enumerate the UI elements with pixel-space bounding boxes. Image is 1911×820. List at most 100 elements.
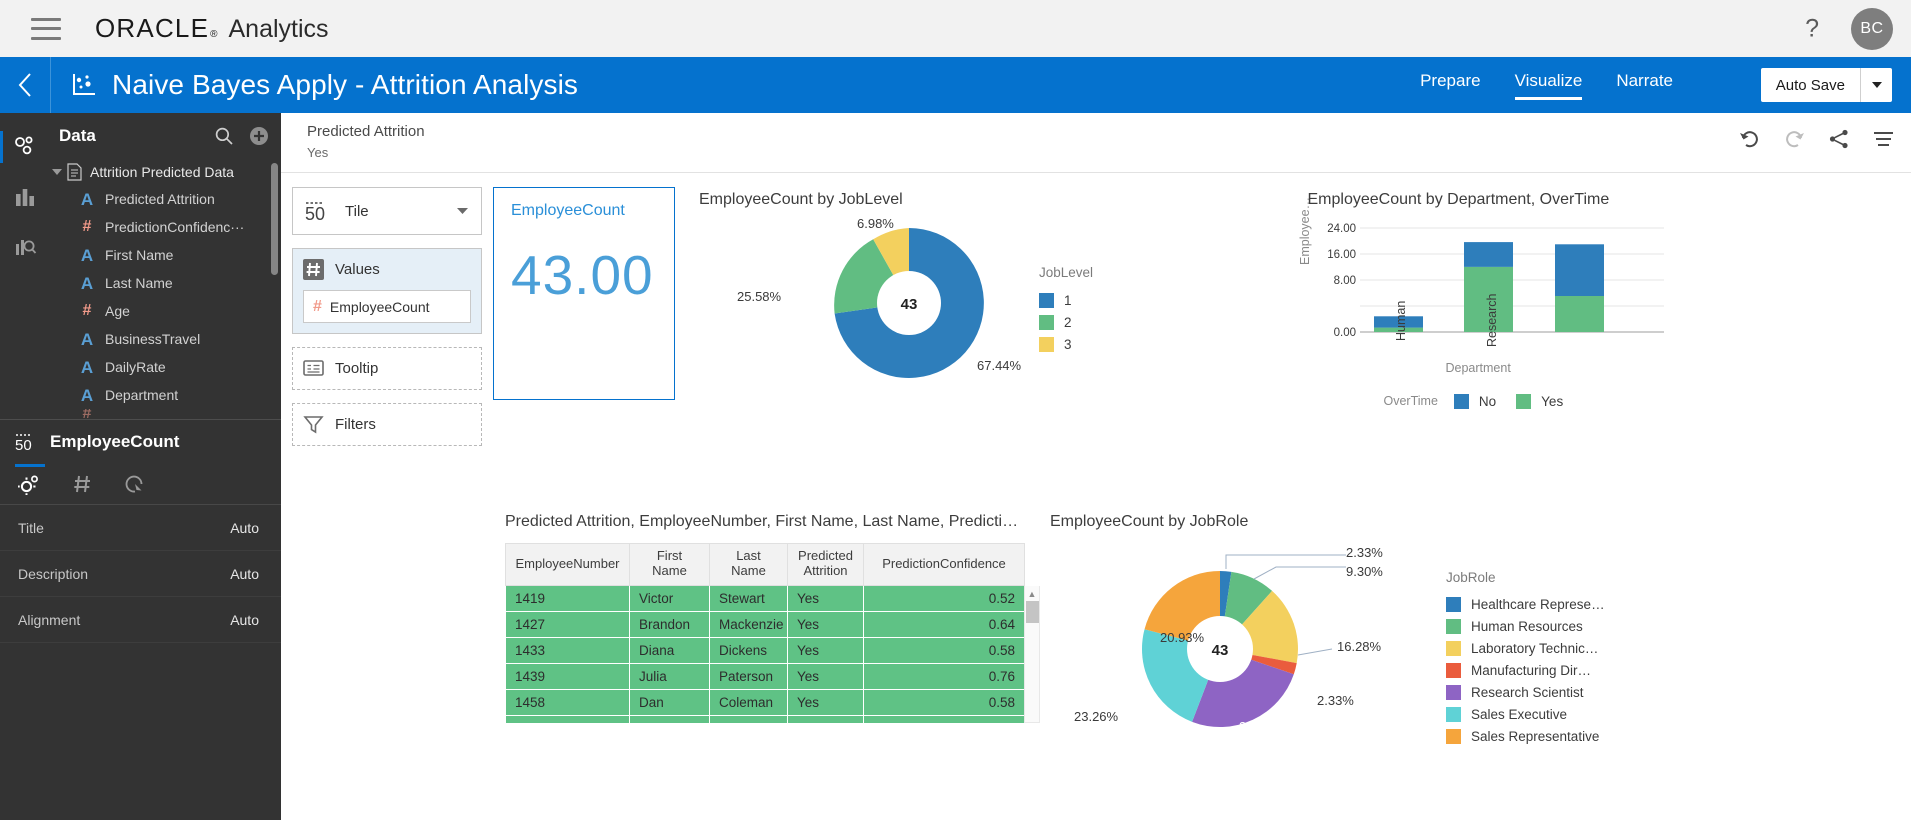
tab-general[interactable] xyxy=(15,463,45,505)
field-label: BusinessTravel xyxy=(105,331,201,347)
field-dailyrate[interactable]: A DailyRate xyxy=(50,353,281,381)
section-header: Tooltip xyxy=(303,358,471,379)
tab-visualize[interactable]: Visualize xyxy=(1514,70,1583,100)
field-label: Last Name xyxy=(105,275,173,291)
dataset-node[interactable]: Attrition Predicted Data xyxy=(50,158,281,185)
viz-data-table[interactable]: Predicted Attrition, EmployeeNumber, Fir… xyxy=(493,497,1040,820)
back-button[interactable] xyxy=(0,57,51,113)
legend-item[interactable]: No xyxy=(1453,390,1496,412)
legend-item[interactable]: 1 xyxy=(1039,289,1093,311)
legend-item[interactable]: Yes xyxy=(1516,390,1563,412)
chevron-left-icon xyxy=(18,73,31,97)
grammar-chip-employeecount[interactable]: # EmployeeCount xyxy=(303,290,471,323)
expand-triangle-icon[interactable] xyxy=(52,168,62,175)
menu-icon[interactable] xyxy=(1873,131,1894,148)
field-businesstravel[interactable]: A BusinessTravel xyxy=(50,325,281,353)
column-header-predicted-attrition[interactable]: Predicted Attrition xyxy=(787,542,864,586)
tab-narrate[interactable]: Narrate xyxy=(1616,70,1673,100)
joblevel-legend: JobLevel 1 2 3 xyxy=(1039,265,1093,355)
field-predictionconfidence[interactable]: # PredictionConfidenc··· xyxy=(50,213,281,241)
legend-swatch xyxy=(1453,393,1469,409)
column-header-employeenumber[interactable]: EmployeeNumber xyxy=(505,542,630,586)
column-header-first-name[interactable]: First Name xyxy=(629,542,710,586)
filter-name[interactable]: Predicted Attrition xyxy=(307,123,1911,140)
viz-department-overtime-bar[interactable]: EmployeeCount by Department, OverTime 24… xyxy=(1298,173,1909,497)
legend-item[interactable]: 3 xyxy=(1039,333,1093,355)
filter-value[interactable]: Yes xyxy=(307,145,1911,160)
prop-value[interactable]: Auto xyxy=(230,566,259,582)
attribute-icon: A xyxy=(80,357,94,377)
slice-pct-hr: 9.30% xyxy=(1346,563,1383,579)
section-header: Values xyxy=(303,259,471,280)
add-circle-icon[interactable] xyxy=(249,126,269,146)
viz-jobrole-donut[interactable]: EmployeeCount by JobRole 43 2.33% 9.30% … xyxy=(1034,497,1908,820)
field-first-name[interactable]: A First Name xyxy=(50,241,281,269)
tab-analytics[interactable] xyxy=(124,464,146,505)
table-row[interactable]: 1419 Victor Stewart Yes 0.52 xyxy=(505,584,1025,612)
svg-text:8.00: 8.00 xyxy=(1333,275,1355,287)
attribute-icon: A xyxy=(80,385,94,405)
chevron-down-icon[interactable] xyxy=(456,202,469,220)
hamburger-menu-icon[interactable] xyxy=(31,17,61,40)
tile-50-icon: 50 xyxy=(305,202,325,224)
table-row[interactable]: 1433 Diana Dickens Yes 0.58 xyxy=(505,636,1025,664)
column-header-last-name[interactable]: Last Name xyxy=(709,542,788,586)
data-tree: Attrition Predicted Data A Predicted Att… xyxy=(0,158,281,419)
data-pane-scrollbar[interactable] xyxy=(271,163,278,416)
legend-swatch xyxy=(1446,597,1461,612)
work-area: 50 Tile Values # EmployeeCount Tooltip F… xyxy=(281,173,1911,820)
tile-label: EmployeeCount xyxy=(511,202,625,219)
field-last-name[interactable]: A Last Name xyxy=(50,269,281,297)
filter-bar: Predicted Attrition Yes xyxy=(281,113,1911,173)
table-row[interactable]: 1439 Julia Paterson Yes 0.76 xyxy=(505,662,1025,690)
redo-icon[interactable] xyxy=(1784,130,1805,148)
tab-prepare[interactable]: Prepare xyxy=(1420,70,1480,100)
table-row[interactable]: 1427 Brandon Mackenzie Yes 0.64 xyxy=(505,610,1025,638)
field-department[interactable]: A Department xyxy=(50,381,281,409)
registered-mark: ® xyxy=(210,29,218,40)
viz-type-select[interactable]: 50 Tile xyxy=(292,187,482,235)
prop-value[interactable]: Auto xyxy=(230,520,259,536)
share-icon[interactable] xyxy=(1829,129,1849,149)
avatar[interactable]: BC xyxy=(1851,7,1893,50)
attribute-icon: A xyxy=(80,329,94,349)
search-icon[interactable] xyxy=(214,126,234,146)
field-age[interactable]: # Age xyxy=(50,297,281,325)
legend-item[interactable]: Healthcare Represe… xyxy=(1446,594,1605,616)
legend-item[interactable]: 2 xyxy=(1039,311,1093,333)
data-pane-title: Data xyxy=(59,125,96,145)
undo-icon[interactable] xyxy=(1739,130,1760,148)
field-predicted-attrition[interactable]: A Predicted Attrition xyxy=(50,185,281,213)
legend-item[interactable]: Laboratory Technic… xyxy=(1446,638,1605,660)
help-icon[interactable]: ? xyxy=(1805,14,1819,43)
field-partial[interactable]: # xyxy=(50,409,281,419)
scrollbar-thumb[interactable] xyxy=(271,163,278,275)
table-row[interactable]: 1458 Dan Coleman Yes 0.58 xyxy=(505,688,1025,716)
tile-box[interactable]: EmployeeCount 43.00 xyxy=(493,187,675,400)
dataset-label: Attrition Predicted Data xyxy=(90,163,234,180)
legend-item[interactable]: Manufacturing Dir… xyxy=(1446,660,1605,682)
legend-swatch xyxy=(1446,663,1461,678)
grammar-section-values[interactable]: Values # EmployeeCount xyxy=(292,248,482,334)
table-row[interactable]: 1487 Austin Ross Yes 0.87 xyxy=(505,714,1025,723)
legend-label: Healthcare Represe… xyxy=(1471,597,1605,612)
autosave-control[interactable]: Auto Save xyxy=(1760,68,1892,102)
autosave-dropdown-button[interactable] xyxy=(1861,68,1892,102)
cell: Yes xyxy=(787,636,864,664)
legend-item[interactable]: Sales Representative xyxy=(1446,726,1605,748)
legend-item[interactable]: Research Scientist xyxy=(1446,682,1605,704)
properties-title: EmployeeCount xyxy=(50,432,180,451)
legend-item[interactable]: Human Resources xyxy=(1446,616,1605,638)
viz-joblevel-donut[interactable]: EmployeeCount by JobLevel 43 67.44% 25.5… xyxy=(675,173,1304,497)
legend-item[interactable]: Sales Executive xyxy=(1446,704,1605,726)
column-header-predictionconfidence[interactable]: PredictionConfidence xyxy=(863,542,1025,586)
table-viewport: EmployeeNumber First Name Last Name Pred… xyxy=(505,531,1040,723)
tab-number-format[interactable] xyxy=(72,464,94,505)
jobrole-legend: JobRole Healthcare Represe… Human Resour… xyxy=(1446,570,1605,748)
grammar-section-filters[interactable]: Filters xyxy=(292,403,482,446)
viz-tile[interactable]: EmployeeCount 43.00 xyxy=(493,173,675,497)
legend-swatch xyxy=(1039,292,1054,308)
grammar-section-tooltip[interactable]: Tooltip xyxy=(292,347,482,390)
canvas-actions xyxy=(1739,129,1894,149)
prop-value[interactable]: Auto xyxy=(230,612,259,628)
